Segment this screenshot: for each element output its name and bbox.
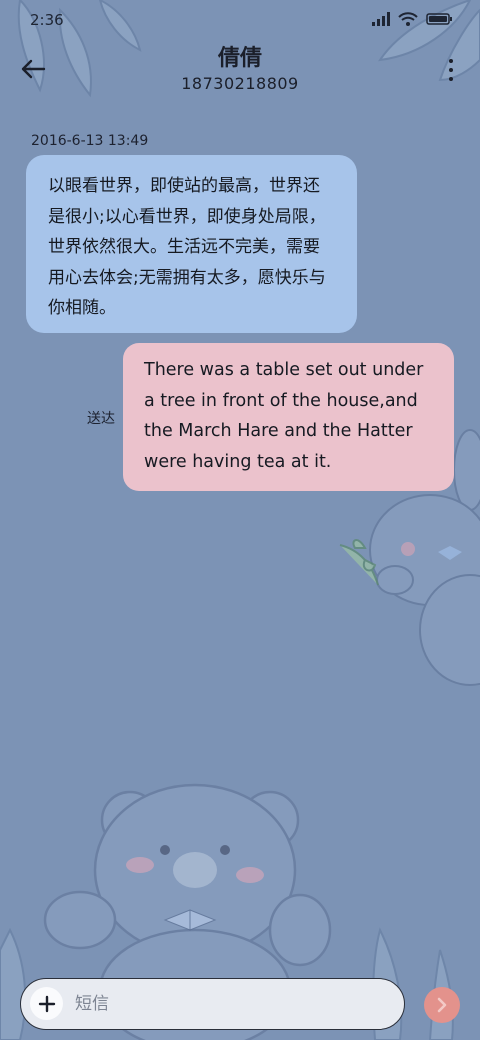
- more-options-button[interactable]: [444, 56, 458, 84]
- status-bar: 2:36: [0, 0, 480, 40]
- more-vertical-icon: [449, 58, 453, 63]
- plus-icon: [38, 995, 55, 1012]
- signal-icon: [372, 12, 390, 26]
- incoming-message-bubble[interactable]: 以眼看世界，即使站的最高，世界还是很小;以心看世界，即使身处局限，世界依然很大。…: [26, 155, 357, 333]
- message-composer: [20, 978, 405, 1030]
- conversation-header: 倩倩 18730218809: [0, 40, 480, 100]
- attach-button[interactable]: [30, 987, 63, 1020]
- delivery-status: 送达: [87, 411, 115, 427]
- chevron-right-icon: [437, 997, 447, 1013]
- send-button[interactable]: [424, 987, 460, 1023]
- contact-name: 倩倩: [217, 46, 262, 71]
- wifi-icon: [398, 12, 418, 26]
- status-time: 2:36: [30, 11, 64, 29]
- contact-number: 18730218809: [181, 74, 299, 93]
- outgoing-message-bubble[interactable]: There was a table set out under a tree i…: [123, 343, 454, 491]
- message-timestamp: 2016-6-13 13:49: [31, 133, 149, 149]
- status-icons: [372, 12, 452, 26]
- message-input[interactable]: [75, 987, 375, 1020]
- battery-icon: [426, 13, 452, 25]
- contact-info: 倩倩 18730218809: [0, 45, 480, 93]
